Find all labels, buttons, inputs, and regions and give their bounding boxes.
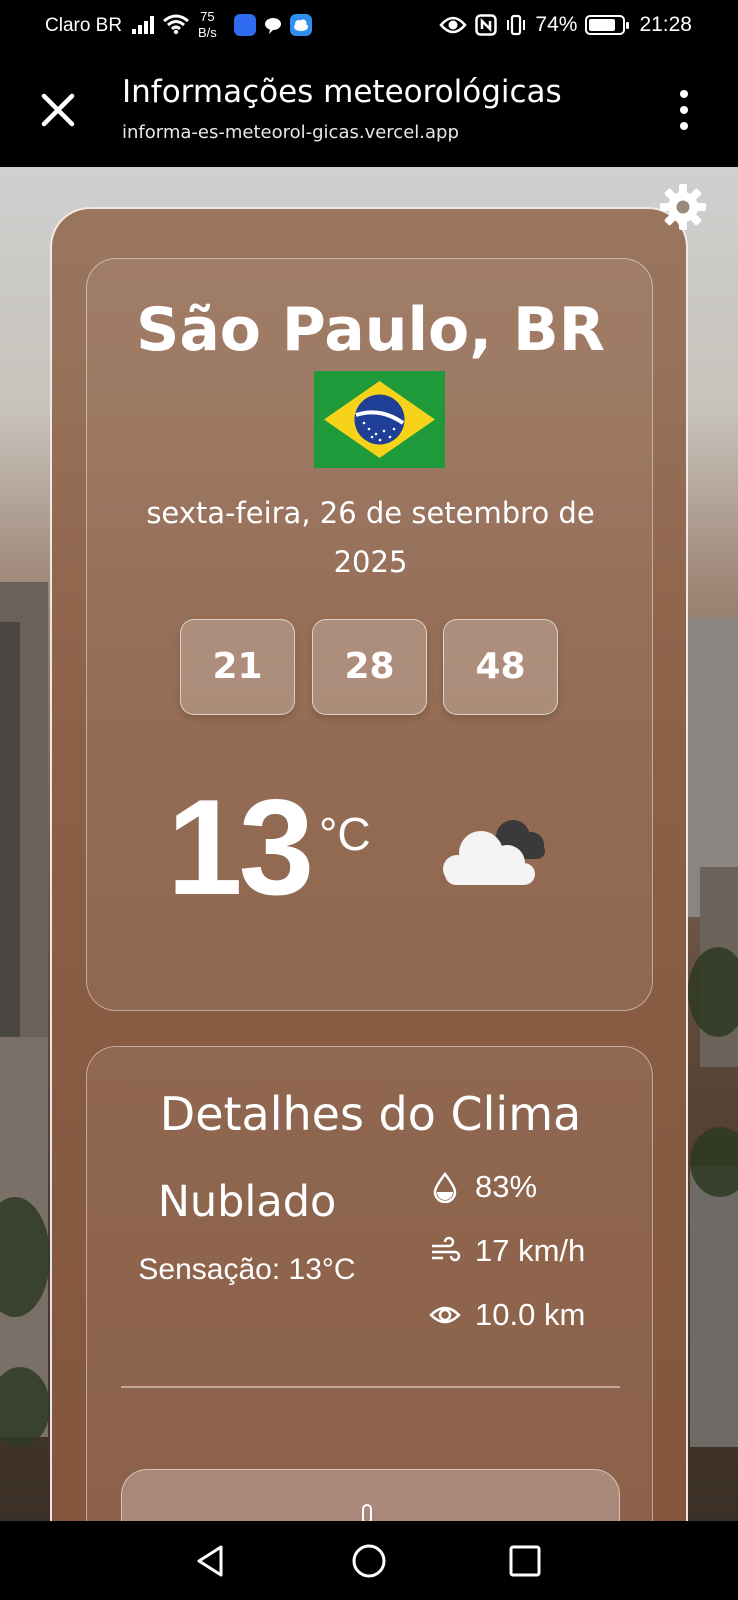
close-button[interactable] [36, 88, 80, 132]
back-nav-icon[interactable] [189, 1539, 233, 1583]
clock-hours: 21 [180, 619, 295, 715]
network-speed-value: 75 [200, 9, 215, 24]
humidity-metric: 83% [429, 1169, 537, 1205]
temperature-unit: °C [319, 808, 371, 860]
network-speed-unit: B/s [198, 25, 217, 40]
clock-seconds: 48 [443, 619, 558, 715]
vibrate-icon [507, 14, 526, 36]
recents-nav-icon[interactable] [503, 1539, 547, 1583]
page-url: informa-es-meteorol-gicas.vercel.app [122, 122, 459, 143]
details-title: Detalhes do Clima [159, 1087, 582, 1141]
wind-icon [432, 1236, 461, 1262]
carrier-name: Claro BR [45, 15, 123, 36]
current-date: sexta-feira, 26 de setembro de 2025 [146, 496, 595, 579]
visibility-eye-icon [429, 1306, 461, 1324]
humidity-drop-icon [433, 1171, 457, 1203]
clock-time: 21:28 [639, 13, 692, 36]
wind-value: 17 km/h [475, 1233, 586, 1268]
feels-like: Sensação: 13°C [138, 1253, 356, 1286]
network-speed: 75 B/s [198, 9, 217, 41]
battery-icon [585, 15, 630, 35]
eye-comfort-icon [439, 16, 468, 34]
humidity-value: 83% [475, 1169, 538, 1204]
clock-minutes: 28 [312, 619, 427, 715]
cloud-notification-icon [290, 14, 312, 36]
details-divider [121, 1386, 620, 1388]
visibility-value: 10.0 km [475, 1297, 586, 1332]
signal-icon [132, 16, 154, 34]
battery-percent: 74% [535, 13, 578, 36]
browser-toolbar: Informações meteorológicas informa-es-me… [0, 54, 738, 167]
status-bar: Claro BR 75 B/s 74% 21:28 [0, 0, 738, 54]
partly-cloudy-night-icon [443, 820, 545, 885]
chat-notification-icon [262, 14, 284, 36]
settings-gear-icon[interactable] [658, 182, 708, 232]
wifi-icon [163, 14, 189, 35]
status-right: 74% 21:28 [439, 13, 692, 37]
more-vertical-icon [680, 90, 688, 98]
navigation-bar [0, 1521, 738, 1600]
home-nav-icon[interactable] [347, 1539, 391, 1583]
more-options-button[interactable] [678, 90, 690, 130]
temperature-value: 13 [167, 771, 314, 923]
close-icon [41, 93, 75, 127]
wind-metric: 17 km/h [429, 1233, 585, 1269]
app-notification-icon [234, 14, 256, 36]
weather-details-card: Detalhes do Clima Nublado Sensação: 13°C… [86, 1046, 653, 1600]
brazil-flag-icon [314, 371, 445, 468]
nfc-icon [475, 14, 498, 36]
location-card: São Paulo, BR sexta-feira, 26 de setembr… [86, 258, 653, 1011]
visibility-metric: 10.0 km [429, 1297, 585, 1333]
weather-condition: Nublado [157, 1177, 337, 1227]
city-name: São Paulo, BR [136, 295, 605, 365]
page-title: Informações meteorológicas [122, 74, 562, 110]
